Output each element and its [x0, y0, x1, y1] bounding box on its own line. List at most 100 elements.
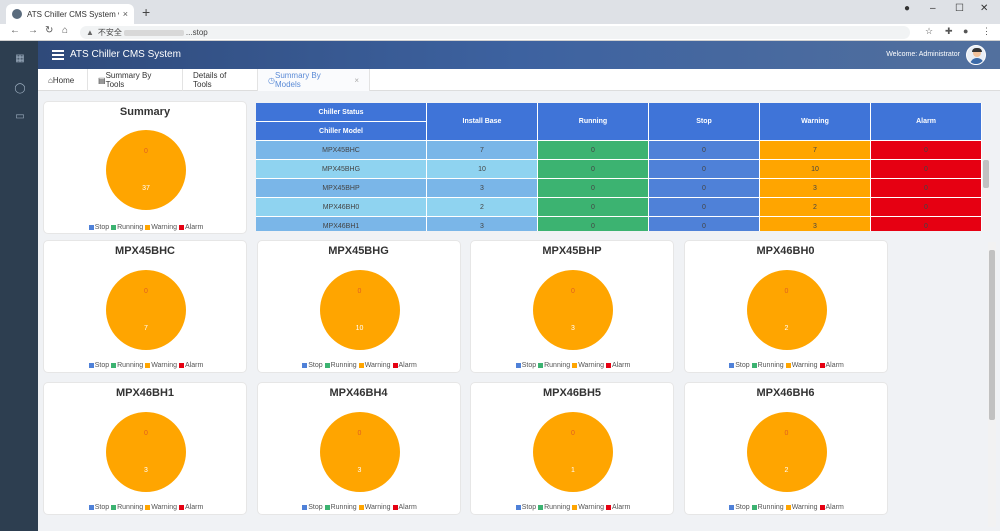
tab-summary-by-tools[interactable]: ▤ Summary By Tools [88, 69, 183, 91]
table-cell-alarm: 0 [871, 179, 982, 198]
table-cell-model: MPX46BH1 [256, 217, 427, 231]
header-col: Install Base [427, 103, 538, 141]
extensions-icon[interactable]: ✚ [945, 26, 953, 37]
legend-label[interactable]: Alarm [399, 504, 417, 511]
back-icon[interactable]: ← [10, 25, 20, 36]
more-menu-icon[interactable]: ⋮ [982, 26, 991, 37]
legend-label[interactable]: Running [331, 504, 357, 511]
legend-label[interactable]: Alarm [185, 362, 203, 369]
legend-label[interactable]: Stop [308, 362, 322, 369]
legend-label[interactable]: Warning [151, 224, 177, 231]
legend-label[interactable]: Running [117, 504, 143, 511]
pie-chart[interactable]: 0 37 [106, 130, 186, 210]
table-cell-stop: 0 [649, 198, 760, 217]
pie-chart[interactable]: 02 [746, 270, 827, 350]
chart-legend: Stop Running Warning Alarm [44, 504, 246, 511]
table-cell-alarm: 0 [871, 141, 982, 160]
legend-swatch [179, 224, 184, 230]
url-suffix: ...stop [185, 28, 208, 37]
legend-label[interactable]: Stop [308, 504, 322, 511]
legend-label[interactable]: Running [117, 224, 143, 231]
legend-label[interactable]: Alarm [612, 504, 630, 511]
table-cell-install: 3 [427, 217, 538, 231]
pie-chart[interactable]: 03 [106, 412, 186, 492]
table-cell-model: MPX45BHC [256, 141, 427, 160]
star-icon[interactable]: ☆ [925, 26, 933, 37]
pie-chart[interactable]: 03 [319, 412, 400, 492]
home-icon[interactable]: ⌂ [62, 25, 68, 36]
profile-icon[interactable]: ● [904, 3, 910, 14]
card-title: MPX45BHG [328, 245, 389, 257]
avatar[interactable] [966, 45, 986, 65]
pie-chart[interactable]: 0 10 [319, 270, 400, 350]
legend-label[interactable]: Running [758, 362, 784, 369]
page-scrollbar[interactable] [988, 242, 996, 527]
legend-label[interactable]: Warning [578, 362, 604, 369]
legend-label[interactable]: Alarm [399, 362, 417, 369]
legend-label[interactable]: Stop [95, 224, 109, 231]
card-title: MPX45BHP [542, 245, 602, 257]
pie-top-label: 0 [144, 430, 148, 437]
list-icon: ▤ [98, 75, 106, 85]
legend-label[interactable]: Running [117, 362, 143, 369]
pie-bottom-label: 3 [144, 467, 148, 474]
maximize-button[interactable]: ☐ [955, 3, 964, 14]
header-model: Chiller Model [256, 122, 427, 141]
legend-label[interactable]: Stop [735, 504, 749, 511]
legend-label[interactable]: Stop [95, 362, 109, 369]
grid-icon[interactable]: ▦ [14, 53, 26, 65]
legend-label[interactable]: Warning [365, 504, 391, 511]
legend-label[interactable]: Stop [735, 362, 749, 369]
browser-tab[interactable]: ATS Chiller CMS System v1.0 × [6, 4, 134, 24]
legend-label[interactable]: Running [758, 504, 784, 511]
legend-label[interactable]: Stop [95, 504, 109, 511]
main-content: Summary 0 37 Stop Running Warning Alarm Chi… [38, 91, 1000, 531]
legend-label[interactable]: Alarm [185, 224, 203, 231]
monitor-icon[interactable]: ▭ [14, 111, 26, 123]
pie-chart[interactable]: 02 [746, 412, 827, 492]
legend-label[interactable]: Warning [792, 504, 818, 511]
close-window-button[interactable]: ✕ [980, 3, 988, 14]
legend-label[interactable]: Running [331, 362, 357, 369]
legend-label[interactable]: Alarm [185, 504, 203, 511]
account-icon[interactable]: ● [963, 26, 968, 36]
legend-label[interactable]: Warning [365, 362, 391, 369]
chart-legend: Stop Running Warning Alarm [685, 362, 887, 369]
header-col: Alarm [871, 103, 982, 141]
legend-label[interactable]: Running [544, 504, 570, 511]
close-tab-icon[interactable]: × [354, 76, 359, 85]
legend-label[interactable]: Warning [151, 362, 177, 369]
legend-swatch [179, 504, 184, 510]
table-scrollbar[interactable] [982, 152, 990, 231]
pie-chart[interactable]: 07 [106, 270, 186, 350]
close-tab-icon[interactable]: × [123, 9, 128, 19]
circle-icon[interactable]: ◯ [14, 83, 26, 95]
menu-icon[interactable] [52, 50, 64, 60]
pie-chart[interactable]: 01 [533, 412, 613, 492]
legend-swatch [606, 362, 611, 368]
legend-label[interactable]: Stop [522, 504, 536, 511]
pie-bottom-label: 10 [355, 325, 364, 332]
legend-label[interactable]: Alarm [826, 504, 844, 511]
legend-label[interactable]: Warning [792, 362, 818, 369]
legend-swatch [751, 504, 757, 510]
new-tab-button[interactable]: + [142, 4, 150, 20]
legend-label[interactable]: Stop [522, 362, 536, 369]
legend-label[interactable]: Warning [578, 504, 604, 511]
legend-label[interactable]: Warning [151, 504, 177, 511]
forward-icon[interactable]: → [28, 25, 38, 36]
legend-label[interactable]: Alarm [612, 362, 630, 369]
legend-swatch [111, 224, 117, 230]
legend-label[interactable]: Running [544, 362, 570, 369]
pie-top-label: 0 [571, 430, 575, 437]
pie-chart[interactable]: 03 [533, 270, 613, 350]
tab-details-of-tools[interactable]: Details of Tools [183, 69, 258, 91]
tab-home[interactable]: ⌂ Home [38, 69, 88, 91]
url-input[interactable]: ▲ 不安全 ...stop [80, 26, 910, 39]
tab-summary-by-models[interactable]: ◷ Summary By Models × [258, 69, 370, 91]
pie-bottom-label: 37 [142, 185, 150, 192]
minimize-button[interactable]: – [930, 3, 936, 14]
table-cell-install: 2 [427, 198, 538, 217]
reload-icon[interactable]: ↻ [45, 25, 53, 36]
legend-label[interactable]: Alarm [826, 362, 844, 369]
